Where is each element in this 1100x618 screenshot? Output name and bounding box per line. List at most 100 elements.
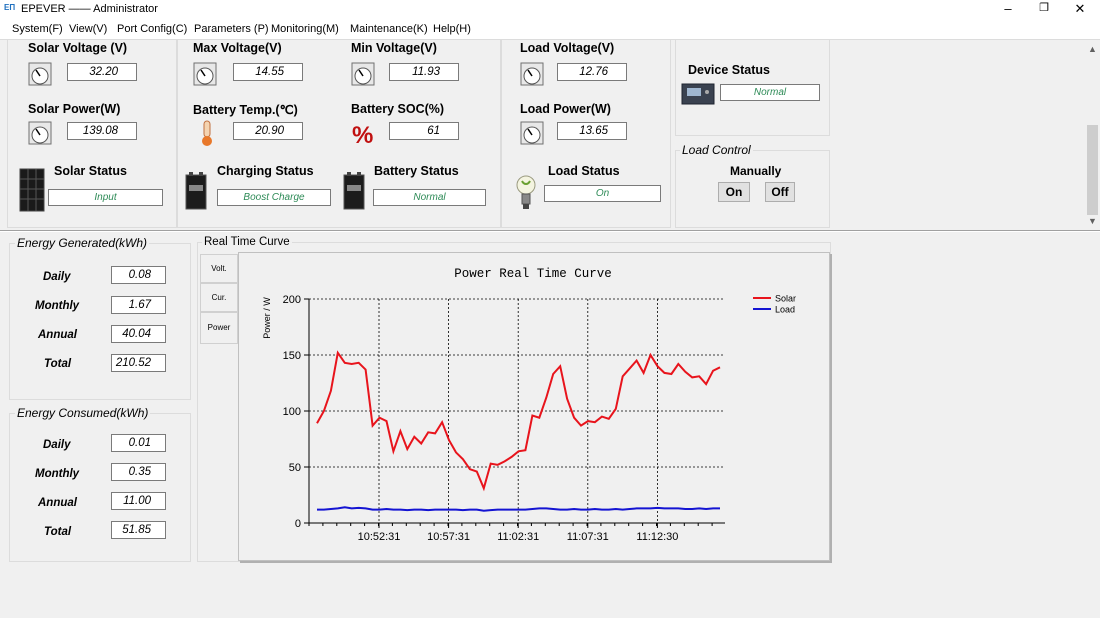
solar-voltage-value: 32.20 — [67, 63, 137, 81]
load-status-value: On — [544, 185, 661, 202]
load-control-title: Load Control — [680, 143, 753, 157]
close-icon[interactable]: ✕ — [1062, 0, 1098, 19]
chart-y-tick-label: 0 — [295, 518, 301, 530]
energy-generated-total-value: 210.52 — [111, 354, 166, 372]
gauge-icon — [520, 62, 544, 86]
chart-y-tick-label: 150 — [283, 350, 301, 362]
energy-consumed-annual-value: 11.00 — [111, 492, 166, 510]
battery-temp-label: Battery Temp.(℃) — [193, 103, 298, 117]
minimize-icon[interactable]: – — [990, 0, 1026, 19]
energy-consumed-title: Energy Consumed(kWh) — [15, 406, 151, 420]
menu-parameters[interactable]: Parameters (P) — [194, 23, 269, 35]
menu-help[interactable]: Help(H) — [433, 23, 471, 35]
real-time-curve-title: Real Time Curve — [202, 236, 292, 248]
charging-status-value: Boost Charge — [217, 189, 331, 206]
menu-bar: System(F) View(V) Port Config(C) Paramet… — [0, 19, 1100, 40]
window-title: EPEVER —— Administrator — [21, 3, 158, 15]
energy-consumed-daily-label: Daily — [43, 439, 71, 451]
load-power-value: 13.65 — [557, 122, 627, 140]
chart-container: Power Real Time Curve Power / W 0 50 100 15… — [238, 252, 830, 561]
tab-volt[interactable]: Volt. — [200, 254, 238, 283]
min-voltage-value: 11.93 — [389, 63, 459, 81]
scroll-up-icon[interactable]: ▲ — [1088, 44, 1097, 54]
percent-icon: % — [352, 122, 373, 147]
thermometer-icon — [202, 120, 212, 146]
gauge-icon — [193, 62, 217, 86]
load-voltage-label: Load Voltage(V) — [520, 41, 615, 55]
load-off-button[interactable]: Off — [765, 182, 795, 202]
energy-generated-total-label: Total — [44, 358, 72, 370]
controller-device-icon — [681, 83, 715, 105]
chart-y-axis-label: Power / W — [262, 297, 272, 339]
tab-power[interactable]: Power — [200, 312, 238, 344]
chart-y-tick-label: 50 — [289, 462, 301, 474]
device-status-label: Device Status — [688, 63, 770, 77]
device-status-value: Normal — [720, 84, 820, 101]
charging-status-label: Charging Status — [217, 164, 314, 178]
load-voltage-value: 12.76 — [557, 63, 627, 81]
gauge-icon — [28, 121, 52, 145]
battery-icon — [343, 172, 365, 210]
title-bar: ΕΠ EPEVER —— Administrator – ❐ ✕ — [0, 0, 1100, 19]
energy-consumed-daily-value: 0.01 — [111, 434, 166, 452]
chart-x-tick-label: 11:02:31 — [497, 531, 539, 543]
solar-status-label: Solar Status — [54, 164, 127, 178]
energy-consumed-total-value: 51.85 — [111, 521, 166, 539]
scrollbar-thumb[interactable] — [1087, 125, 1098, 215]
monitor-panel: Solar Voltage (V) 32.20 Solar Power(W) 1… — [3, 39, 1085, 228]
load-on-button[interactable]: On — [718, 182, 750, 202]
scroll-down-icon[interactable]: ▼ — [1088, 216, 1097, 226]
gauge-icon — [520, 121, 544, 145]
epever-logo-icon: ΕΠ — [4, 3, 16, 12]
max-voltage-label: Max Voltage(V) — [193, 41, 282, 55]
battery-soc-label: Battery SOC(%) — [351, 102, 445, 116]
battery-status-label: Battery Status — [374, 164, 459, 178]
battery-icon — [185, 172, 207, 210]
menu-monitoring[interactable]: Monitoring(M) — [271, 23, 339, 35]
battery-status-value: Normal — [373, 189, 486, 206]
energy-generated-monthly-label: Monthly — [35, 300, 80, 312]
tab-cur[interactable]: Cur. — [200, 283, 238, 312]
energy-generated-monthly-value: 1.67 — [111, 296, 166, 314]
panel-divider — [0, 230, 1100, 232]
lightbulb-icon — [516, 175, 536, 209]
solar-voltage-label: Solar Voltage (V) — [28, 41, 128, 55]
battery-soc-value: 61 — [389, 122, 459, 140]
gauge-icon — [351, 62, 375, 86]
energy-generated-daily-label: Daily — [43, 271, 71, 283]
energy-generated-title: Energy Generated(kWh) — [15, 236, 150, 250]
load-control-group — [675, 150, 830, 228]
menu-view[interactable]: View(V) — [69, 23, 107, 35]
solar-power-label: Solar Power(W) — [28, 102, 121, 116]
gauge-icon — [28, 62, 52, 86]
chart-legend-label-load: Load — [775, 305, 795, 315]
chart-x-tick-label: 11:12:30 — [636, 531, 678, 543]
chart-x-tick-label: 11:07:31 — [567, 531, 609, 543]
min-voltage-label: Min Voltage(V) — [351, 41, 437, 55]
load-control-mode: Manually — [730, 164, 782, 178]
svg-text:%: % — [352, 122, 373, 147]
menu-maintenance[interactable]: Maintenance(K) — [350, 23, 428, 35]
chart-legend-label-solar: Solar — [775, 294, 796, 304]
energy-generated-annual-value: 40.04 — [111, 325, 166, 343]
menu-port-config[interactable]: Port Config(C) — [117, 23, 187, 35]
solar-status-value: Input — [48, 189, 163, 206]
load-status-label: Load Status — [548, 164, 620, 178]
energy-consumed-annual-label: Annual — [38, 497, 77, 509]
restore-icon[interactable]: ❐ — [1026, 0, 1062, 19]
energy-generated-annual-label: Annual — [38, 329, 77, 341]
energy-consumed-monthly-value: 0.35 — [111, 463, 166, 481]
power-chart: Power Real Time Curve Power / W 0 50 100 15… — [262, 267, 796, 543]
energy-consumed-total-label: Total — [44, 526, 72, 538]
load-power-label: Load Power(W) — [520, 102, 611, 116]
chart-y-tick-label: 100 — [283, 406, 301, 418]
vertical-scrollbar[interactable]: ▲ ▼ — [1085, 41, 1100, 228]
menu-system[interactable]: System(F) — [12, 23, 63, 35]
energy-generated-daily-value: 0.08 — [111, 266, 166, 284]
energy-consumed-monthly-label: Monthly — [35, 468, 80, 480]
battery-temp-value: 20.90 — [233, 122, 303, 140]
chart-x-tick-label: 10:57:31 — [427, 531, 470, 543]
chart-y-tick-label: 200 — [283, 294, 301, 306]
max-voltage-value: 14.55 — [233, 63, 303, 81]
solar-power-value: 139.08 — [67, 122, 137, 140]
